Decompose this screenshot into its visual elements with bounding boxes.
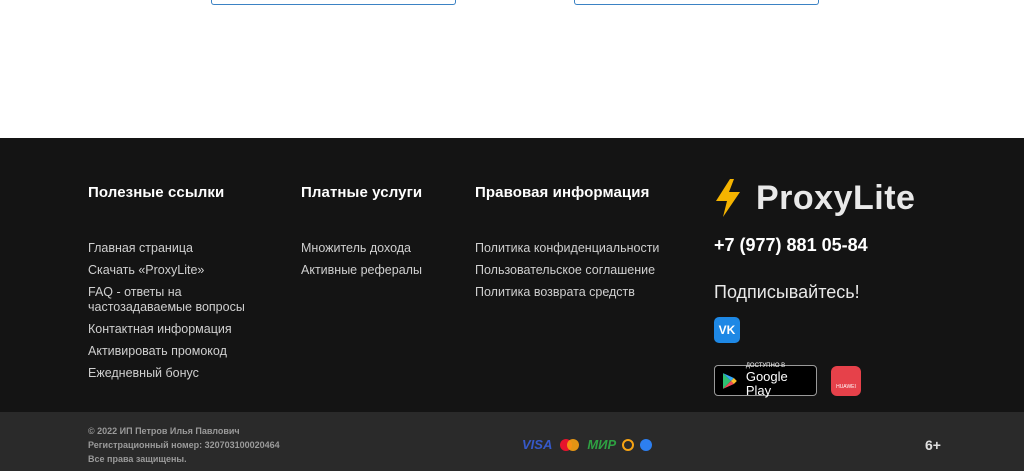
top-button-left[interactable]: [211, 0, 456, 5]
app-stores: ДОСТУПНО В Google Play HUAWEI: [714, 363, 1014, 398]
google-play-button[interactable]: ДОСТУПНО В Google Play: [714, 363, 817, 398]
link-user-agreement[interactable]: Пользовательское соглашение: [475, 263, 685, 278]
footer: Полезные ссылки Главная страница Скачать…: [0, 138, 1024, 412]
bottom-bar: © 2022 ИП Петров Илья Павлович Регистрац…: [0, 412, 1024, 471]
link-home[interactable]: Главная страница: [88, 241, 278, 256]
logo-text: ProxyLite: [756, 178, 916, 217]
visa-icon: VISA: [522, 437, 553, 452]
vk-icon[interactable]: VK: [714, 317, 740, 343]
link-refund-policy[interactable]: Политика возврата средств: [475, 285, 685, 300]
paid-services-column: Платные услуги Множитель дохода Активные…: [301, 184, 461, 285]
link-contacts[interactable]: Контактная информация: [88, 322, 278, 337]
yoomoney-icon: [640, 438, 653, 451]
link-promo[interactable]: Активировать промокод: [88, 344, 278, 359]
useful-links-column: Полезные ссылки Главная страница Скачать…: [88, 184, 278, 388]
payment-methods: VISA МИР: [522, 437, 653, 452]
legal-info-title: Правовая информация: [475, 184, 650, 201]
logo[interactable]: ProxyLite: [714, 178, 1014, 218]
qiwi-icon: [622, 438, 635, 451]
google-play-text: Google Play: [745, 369, 788, 398]
huawei-appgallery-button[interactable]: HUAWEI: [831, 365, 861, 396]
registration-number: Регистрационный номер: 320703100020464: [88, 440, 280, 450]
mir-icon: МИР: [587, 437, 617, 452]
phone-number[interactable]: +7 (977) 881 05-84: [714, 235, 1014, 256]
useful-links-title: Полезные ссылки: [88, 184, 225, 201]
subscribe-label: Подписывайтесь!: [714, 282, 860, 302]
link-income-multiplier[interactable]: Множитель дохода: [301, 241, 461, 256]
paid-services-title: Платные услуги: [301, 184, 423, 201]
copyright-text: © 2022 ИП Петров Илья Павлович: [88, 426, 240, 436]
link-daily-bonus[interactable]: Ежедневный бонус: [88, 366, 278, 381]
top-button-right[interactable]: [574, 0, 819, 5]
age-rating: 6+: [925, 437, 941, 453]
mastercard-icon: [560, 438, 580, 451]
google-play-icon: [722, 372, 737, 389]
legal-info-column: Правовая информация Политика конфиденциа…: [475, 184, 685, 307]
brand-block: ProxyLite +7 (977) 881 05-84 Подписывайт…: [714, 178, 1014, 398]
lightning-bolt-icon: [716, 179, 740, 217]
link-faq[interactable]: FAQ - ответы на частозадаваемые вопросы: [88, 285, 278, 315]
huawei-label: HUAWEI: [836, 383, 856, 390]
link-active-referrals[interactable]: Активные рефералы: [301, 263, 461, 278]
copyright-block: © 2022 ИП Петров Илья Павлович Регистрац…: [88, 424, 280, 466]
link-download[interactable]: Скачать «ProxyLite»: [88, 263, 278, 278]
rights-text: Все права защищены.: [88, 454, 187, 464]
link-privacy-policy[interactable]: Политика конфиденциальности: [475, 241, 685, 256]
